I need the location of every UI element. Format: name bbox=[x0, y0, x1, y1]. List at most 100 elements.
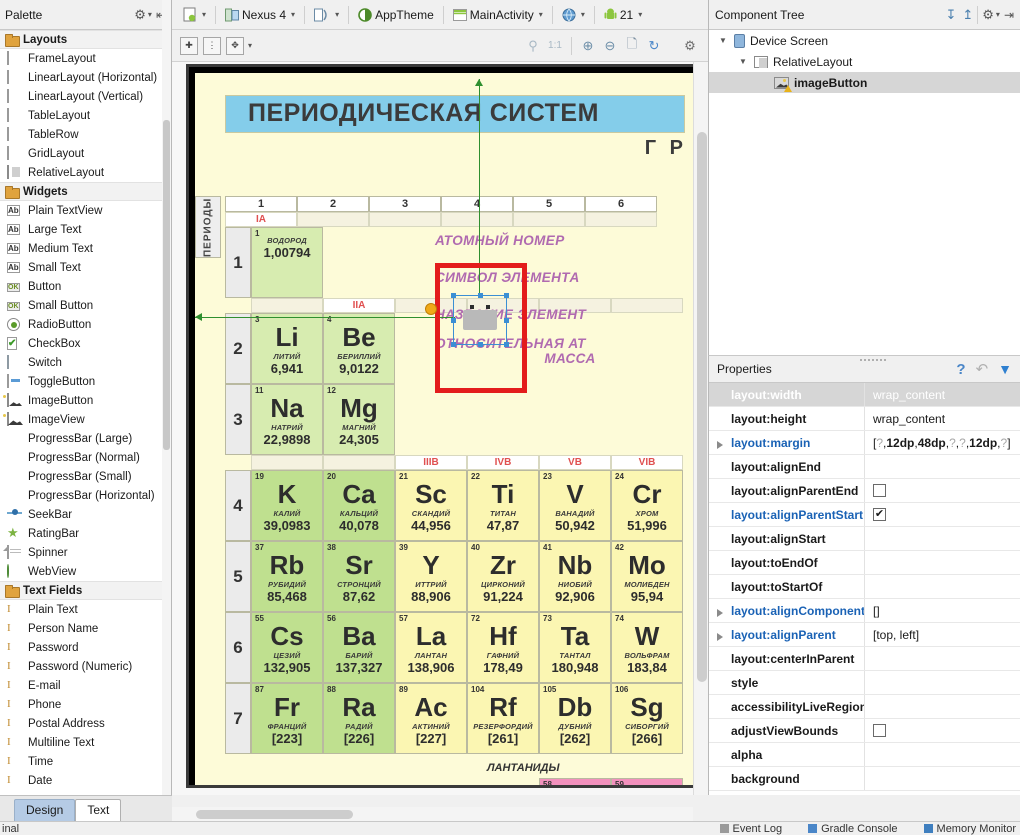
property-row-accessibilityliveregion[interactable]: accessibilityLiveRegion bbox=[709, 695, 1020, 719]
api-level-button[interactable]: 21 ▾ bbox=[599, 4, 647, 26]
palette-group-widgets[interactable]: Widgets bbox=[0, 182, 171, 201]
palette-group-text-fields[interactable]: Text Fields bbox=[0, 581, 171, 600]
distribute-horizontal-icon[interactable]: ✚ bbox=[180, 36, 198, 55]
expand-triangle-icon[interactable] bbox=[717, 632, 723, 641]
property-value[interactable]: [?, 12dp, 48dp, ?, ?, 12dp, ?] bbox=[864, 431, 1020, 454]
palette-item-tablelayout[interactable]: TableLayout bbox=[0, 106, 171, 125]
property-row-layout-height[interactable]: layout:height wrap_content bbox=[709, 407, 1020, 431]
property-row-layout-aligncomponent[interactable]: layout:alignComponent[] bbox=[709, 599, 1020, 623]
status-item-memory-monitor[interactable]: Memory Monitor bbox=[923, 823, 1016, 835]
palette-item-spinner[interactable]: Spinner bbox=[0, 543, 171, 562]
property-value[interactable] bbox=[864, 695, 1020, 718]
design-canvas[interactable]: ПЕРИОДИЧЕСКАЯ СИСТЕМ Г Р ПЕРИОДЫ 123456 … bbox=[172, 62, 708, 795]
property-row-layout-alignstart[interactable]: layout:alignStart bbox=[709, 527, 1020, 551]
zoom-out-icon[interactable]: ⊖ bbox=[600, 36, 620, 56]
property-value[interactable] bbox=[864, 575, 1020, 598]
gear-icon[interactable]: ⚙ ▾ bbox=[982, 7, 1000, 23]
tree-node-relativelayout[interactable]: ▼ RelativeLayout bbox=[709, 51, 1020, 72]
device-config-button[interactable]: ▾ bbox=[178, 4, 211, 26]
property-row-alpha[interactable]: alpha bbox=[709, 743, 1020, 767]
palette-item-imagebutton[interactable]: ImageButton bbox=[0, 391, 171, 410]
palette-item-framelayout[interactable]: FrameLayout bbox=[0, 49, 171, 68]
property-row-layout-alignend[interactable]: layout:alignEnd bbox=[709, 455, 1020, 479]
expand-triangle-icon[interactable] bbox=[717, 440, 723, 449]
palette-item-linearlayout-horizontal[interactable]: LinearLayout (Horizontal) bbox=[0, 68, 171, 87]
property-value[interactable] bbox=[864, 743, 1020, 766]
palette-scroll-thumb[interactable] bbox=[163, 120, 170, 450]
tree-node-imagebutton[interactable]: imageButton bbox=[709, 72, 1020, 93]
gear-icon[interactable]: ⚙ bbox=[680, 36, 700, 56]
activity-button[interactable]: MainActivity ▾ bbox=[448, 4, 548, 26]
property-value[interactable] bbox=[864, 455, 1020, 478]
property-checkbox[interactable] bbox=[873, 484, 886, 497]
expand-triangle-icon[interactable] bbox=[717, 608, 723, 617]
palette-item-progressbar-normal[interactable]: ProgressBar (Normal) bbox=[0, 448, 171, 467]
palette-item-multiline-text[interactable]: I Multiline Text bbox=[0, 733, 171, 752]
property-value[interactable] bbox=[864, 647, 1020, 670]
property-row-layout-alignparent[interactable]: layout:alignParent [top, left] bbox=[709, 623, 1020, 647]
chevron-down-icon[interactable]: ▼ bbox=[717, 35, 729, 47]
palette-item-large-text[interactable]: Ab Large Text bbox=[0, 220, 171, 239]
tree-node-device-screen[interactable]: ▼ Device Screen bbox=[709, 30, 1020, 51]
palette-item-button[interactable]: OK Button bbox=[0, 277, 171, 296]
panel-resize-grip[interactable] bbox=[859, 358, 887, 363]
warning-bulb-icon[interactable] bbox=[425, 303, 437, 315]
tab-design[interactable]: Design bbox=[14, 799, 76, 821]
zoom-actual-icon[interactable]: 1:1 bbox=[545, 36, 565, 56]
expand-icon[interactable]: ✥ bbox=[226, 36, 244, 55]
palette-item-progressbar-horizontal[interactable]: ProgressBar (Horizontal) bbox=[0, 486, 171, 505]
property-checkbox[interactable]: ✔ bbox=[873, 508, 886, 521]
chevron-down-icon[interactable]: ▼ bbox=[737, 56, 749, 68]
palette-item-phone[interactable]: I Phone bbox=[0, 695, 171, 714]
property-value[interactable]: [] bbox=[864, 599, 1020, 622]
property-value[interactable] bbox=[864, 479, 1020, 502]
property-row-layout-centerinparent[interactable]: layout:centerInParent bbox=[709, 647, 1020, 671]
properties-table[interactable]: layout:width wrap_content layout:height wra… bbox=[709, 383, 1020, 795]
theme-button[interactable]: AppTheme bbox=[353, 4, 439, 26]
property-row-style[interactable]: style bbox=[709, 671, 1020, 695]
palette-item-relativelayout[interactable]: RelativeLayout bbox=[0, 163, 171, 182]
selection-box[interactable] bbox=[451, 293, 509, 347]
help-icon[interactable]: ? bbox=[956, 361, 965, 378]
canvas-vertical-scrollbar[interactable] bbox=[693, 62, 708, 795]
palette-item-togglebutton[interactable]: ToggleButton bbox=[0, 372, 171, 391]
property-row-layout-toendof[interactable]: layout:toEndOf bbox=[709, 551, 1020, 575]
palette-item-postal-address[interactable]: I Postal Address bbox=[0, 714, 171, 733]
palette-item-linearlayout-vertical[interactable]: LinearLayout (Vertical) bbox=[0, 87, 171, 106]
collapse-all-icon[interactable]: ↥ bbox=[962, 7, 973, 23]
undo-icon[interactable]: ↶ bbox=[976, 360, 989, 378]
file-icon[interactable]: 🗋 bbox=[622, 36, 642, 56]
chevron-down-icon[interactable] bbox=[757, 77, 769, 89]
palette-item-progressbar-large[interactable]: ProgressBar (Large) bbox=[0, 429, 171, 448]
palette-item-seekbar[interactable]: SeekBar bbox=[0, 505, 171, 524]
zoom-fit-icon[interactable]: ⚲ bbox=[523, 36, 543, 56]
property-value[interactable]: wrap_content bbox=[864, 383, 1020, 406]
property-row-background[interactable]: background bbox=[709, 767, 1020, 791]
palette-item-webview[interactable]: WebView bbox=[0, 562, 171, 581]
property-value[interactable] bbox=[864, 551, 1020, 574]
palette-item-time[interactable]: I Time bbox=[0, 752, 171, 771]
palette-item-checkbox[interactable]: ✔ CheckBox bbox=[0, 334, 171, 353]
zoom-in-icon[interactable]: ⊕ bbox=[578, 36, 598, 56]
property-value[interactable] bbox=[864, 767, 1020, 790]
palette-item-imageview[interactable]: ImageView bbox=[0, 410, 171, 429]
property-row-layout-alignparentend[interactable]: layout:alignParentEnd bbox=[709, 479, 1020, 503]
hide-icon[interactable]: ⇥ bbox=[1004, 8, 1014, 22]
refresh-icon[interactable]: ↻ bbox=[644, 36, 664, 56]
palette-item-tablerow[interactable]: TableRow bbox=[0, 125, 171, 144]
palette-list[interactable]: Layouts FrameLayout LinearLayout (Horizont… bbox=[0, 30, 171, 795]
property-row-layout-margin[interactable]: layout:margin[?, 12dp, 48dp, ?, ?, 12dp,… bbox=[709, 431, 1020, 455]
palette-item-person-name[interactable]: I Person Name bbox=[0, 619, 171, 638]
status-item-gradle-console[interactable]: Gradle Console bbox=[808, 823, 898, 835]
property-row-adjustviewbounds[interactable]: adjustViewBounds bbox=[709, 719, 1020, 743]
palette-item-plain-textview[interactable]: Ab Plain TextView bbox=[0, 201, 171, 220]
canvas-vscroll-thumb[interactable] bbox=[697, 132, 707, 682]
expand-all-icon[interactable]: ↧ bbox=[945, 7, 956, 23]
palette-item-small-button[interactable]: OK Small Button bbox=[0, 296, 171, 315]
tab-text[interactable]: Text bbox=[75, 799, 122, 821]
palette-item-switch[interactable]: Switch bbox=[0, 353, 171, 372]
palette-item-progressbar-small[interactable]: ProgressBar (Small) bbox=[0, 467, 171, 486]
device-selector-button[interactable]: Nexus 4 ▾ bbox=[220, 4, 300, 26]
palette-item-plain-text[interactable]: I Plain Text bbox=[0, 600, 171, 619]
palette-item-medium-text[interactable]: Ab Medium Text bbox=[0, 239, 171, 258]
